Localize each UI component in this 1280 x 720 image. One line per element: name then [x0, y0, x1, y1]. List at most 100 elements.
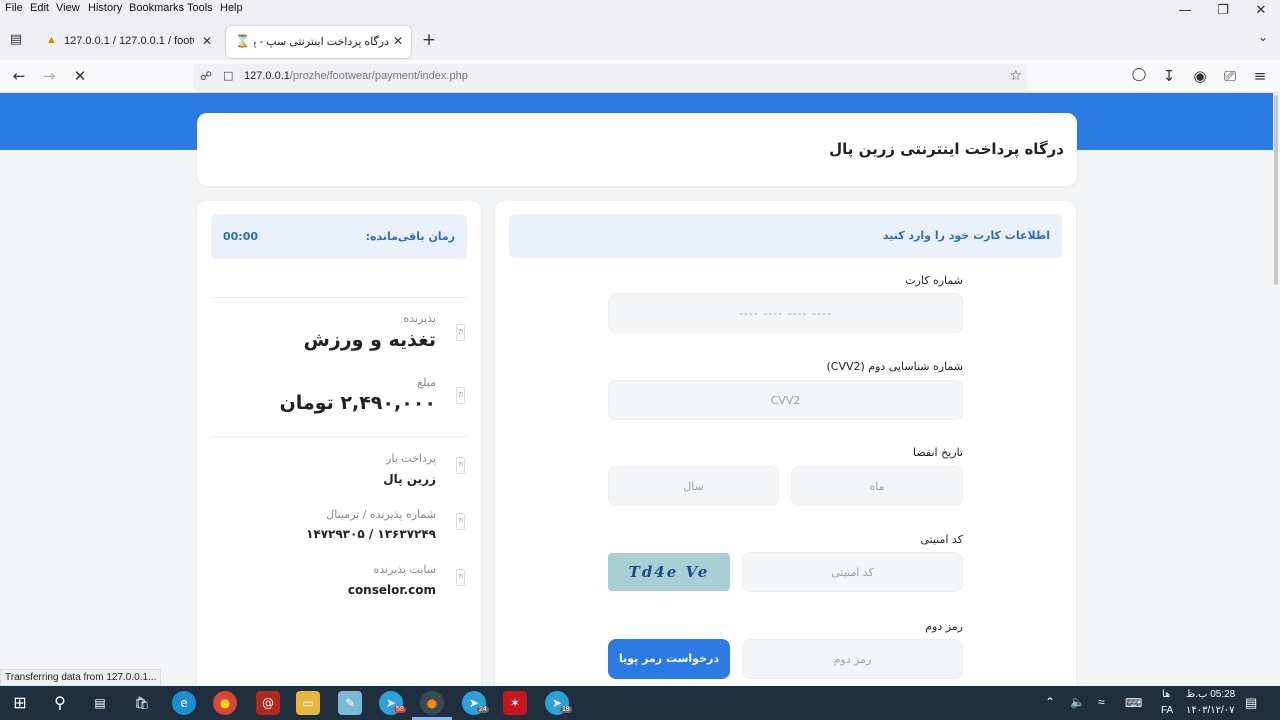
cvv2-label: شماره شناسایی دوم (CVV2) — [826, 360, 963, 373]
amount-value: ۲,۴۹۰,۰۰۰ تومان — [279, 392, 436, 414]
tab-payment[interactable]: ⌛ درگاه پرداخت اینترنتی سپ - پردا ✕ — [226, 26, 411, 58]
notes-app-icon[interactable]: ✎ — [338, 691, 362, 715]
info-icon: ⁈ — [456, 457, 465, 474]
pocket-icon[interactable]: ◯ — [1129, 67, 1149, 82]
notification-badge: 19 — [560, 706, 572, 713]
second-password-label: رمز دوم — [925, 620, 963, 633]
expiry-label: تاریخ انقضا — [913, 446, 963, 459]
menu-bookmarks[interactable]: Bookmarks — [129, 2, 184, 14]
tab-phpmyadmin[interactable]: ▲ 127.0.0.1 / 127.0.0.1 / footwear ✕ — [38, 26, 220, 58]
page-icon: □ — [223, 69, 234, 82]
menu-tools[interactable]: Tools — [187, 2, 213, 14]
menu-file[interactable]: File — [5, 2, 23, 14]
acrobat-icon[interactable]: ✶ — [503, 691, 527, 715]
tab-close-icon[interactable]: ✕ — [393, 34, 403, 48]
file-explorer-icon[interactable]: ▭ — [296, 691, 320, 715]
terminal-value: ۱۳۶۳۷۲۴۹ / ۱۴۷۲۹۳۰۵ — [306, 527, 436, 541]
header-card: درگاه پرداخت اینترنتی زرین پال — [197, 113, 1077, 186]
close-window-icon[interactable]: ✕ — [1246, 0, 1276, 22]
terminal-label: شماره پذیرنده / ترمینال — [326, 508, 436, 521]
timer-value: 00:00 — [223, 230, 259, 243]
psp-value: زرین پال — [383, 472, 436, 486]
timer-box: زمان باقی‌مانده: 00:00 — [211, 214, 467, 259]
phpmyadmin-favicon-icon: ▲ — [46, 34, 57, 46]
info-icon: ⁈ — [456, 513, 465, 530]
minimize-icon[interactable]: — — [1170, 0, 1200, 22]
restore-icon[interactable]: ❐ — [1208, 0, 1238, 22]
store-icon[interactable]: 🛍 — [130, 691, 154, 715]
page-title: درگاه پرداخت اینترنتی زرین پال — [829, 140, 1064, 158]
tab-title: درگاه پرداخت اینترنتی سپ - پردا — [254, 36, 389, 48]
menu-edit[interactable]: Edit — [30, 2, 49, 14]
scrollbar-thumb[interactable] — [1274, 95, 1278, 285]
divider — [211, 297, 467, 298]
menu-bar: File Edit View History Bookmarks Tools H… — [0, 0, 1280, 17]
bookmark-star-icon[interactable]: ☆ — [1009, 68, 1022, 84]
site-value: conselor.com — [347, 583, 436, 597]
menu-history[interactable]: History — [88, 2, 122, 14]
request-dynamic-password-button[interactable]: درخواست رمز پویا — [608, 639, 730, 679]
merchant-label: پذیرنده — [403, 312, 436, 325]
amount-label: مبلغ — [417, 376, 436, 389]
captcha-input[interactable]: کد امنیتی — [742, 552, 963, 592]
info-icon: ⁈ — [456, 569, 465, 586]
stop-loading-icon[interactable]: ✕ — [70, 67, 90, 85]
clock-date[interactable]: ۱۴۰۳/۱۲/۰۷ — [1186, 705, 1235, 716]
volume-icon[interactable]: 🔈 — [1070, 695, 1085, 709]
new-tab-icon[interactable]: + — [419, 30, 439, 50]
edge-icon[interactable]: e — [172, 691, 196, 715]
timer-label: زمان باقی‌مانده: — [365, 230, 455, 243]
second-password-input[interactable]: رمز دوم — [742, 639, 963, 679]
notification-badge: 24 — [477, 706, 489, 713]
windows-taskbar: ⊞ ⚲ ▤ 🛍 e ● @ ▭ ✎ ➤ 58 ● ➤ 24 ✶ ➤ 19 ⌃ 🔈… — [0, 686, 1280, 720]
tab-title: 127.0.0.1 / 127.0.0.1 / footwear — [64, 35, 194, 47]
address-bar[interactable]: ☍ □ 127.0.0.1/prozhe/footwear/payment/in… — [193, 64, 1027, 90]
keyboard-icon[interactable]: ⌨ — [1125, 696, 1142, 710]
info-icon: ⁈ — [456, 324, 465, 341]
forward-arrow-icon[interactable]: → — [39, 67, 59, 85]
tab-list-icon[interactable]: ▤ — [6, 32, 26, 47]
windows-start-icon[interactable]: ⊞ — [8, 691, 32, 715]
tab-bar: ▤ ▲ 127.0.0.1 / 127.0.0.1 / footwear ✕ ⌛… — [0, 22, 1280, 60]
menu-view[interactable]: View — [56, 2, 80, 14]
notice-text: اطلاعات کارت خود را وارد کنید — [882, 229, 1050, 242]
extensions-icon[interactable]: ⎚ — [1220, 67, 1240, 85]
psp-label: پرداخت یار — [386, 452, 436, 465]
tab-close-icon[interactable]: ✕ — [202, 34, 212, 48]
page-viewport: درگاه پرداخت اینترنتی زرین پال اطلاعات ک… — [0, 93, 1273, 686]
chevron-down-icon[interactable]: ⌄ — [1253, 30, 1273, 44]
chevron-up-icon[interactable]: ⌃ — [1045, 695, 1055, 709]
navigation-bar: ← → ✕ ☍ □ 127.0.0.1/prozhe/footwear/paym… — [0, 60, 1280, 93]
expiry-month-input[interactable]: ماه — [791, 466, 963, 506]
transaction-info-card: زمان باقی‌مانده: 00:00 ⁈ پذیرنده تغذیه و… — [197, 201, 481, 686]
language-indicator[interactable]: FA — [1161, 705, 1173, 716]
language-script[interactable]: ها — [1162, 689, 1170, 700]
merchant-value: تغذیه و ورزش — [303, 329, 436, 351]
account-icon[interactable]: ◉ — [1190, 67, 1210, 85]
notification-badge: 58 — [394, 706, 406, 713]
payment-form-card: اطلاعات کارت خود را وارد کنید شماره کارت… — [495, 201, 1076, 686]
divider — [211, 436, 467, 437]
chrome-icon[interactable]: ● — [213, 691, 237, 715]
app-icon[interactable]: @ — [256, 691, 280, 715]
status-bar: Transferring data from 127.0.0.1... — [0, 669, 162, 686]
cvv2-input[interactable]: CVV2 — [608, 380, 963, 420]
download-icon[interactable]: ↧ — [1159, 67, 1179, 85]
notification-center-icon[interactable]: ▤ — [1245, 695, 1257, 711]
card-number-input[interactable]: ---- ---- ---- ---- — [608, 293, 963, 333]
expiry-year-input[interactable]: سال — [608, 466, 779, 506]
hamburger-menu-icon[interactable]: ≡ — [1250, 67, 1270, 85]
task-view-icon[interactable]: ▤ — [88, 691, 112, 715]
clock-time[interactable]: 05:28 ب.ظ — [1186, 689, 1235, 700]
shield-icon[interactable]: ☍ — [200, 69, 212, 83]
back-arrow-icon[interactable]: ← — [9, 67, 29, 85]
search-icon[interactable]: ⚲ — [48, 691, 72, 715]
menu-help[interactable]: Help — [220, 2, 243, 14]
captcha-image[interactable]: Td4e Ve — [608, 553, 730, 591]
firefox-icon[interactable]: ● — [420, 691, 444, 715]
wifi-icon[interactable]: ≈ — [1098, 695, 1105, 709]
url-text: 127.0.0.1/prozhe/footwear/payment/index.… — [244, 70, 468, 82]
notice-box: اطلاعات کارت خود را وارد کنید — [509, 214, 1062, 258]
info-icon: ⁈ — [456, 387, 465, 404]
card-number-label: شماره کارت — [905, 274, 963, 287]
